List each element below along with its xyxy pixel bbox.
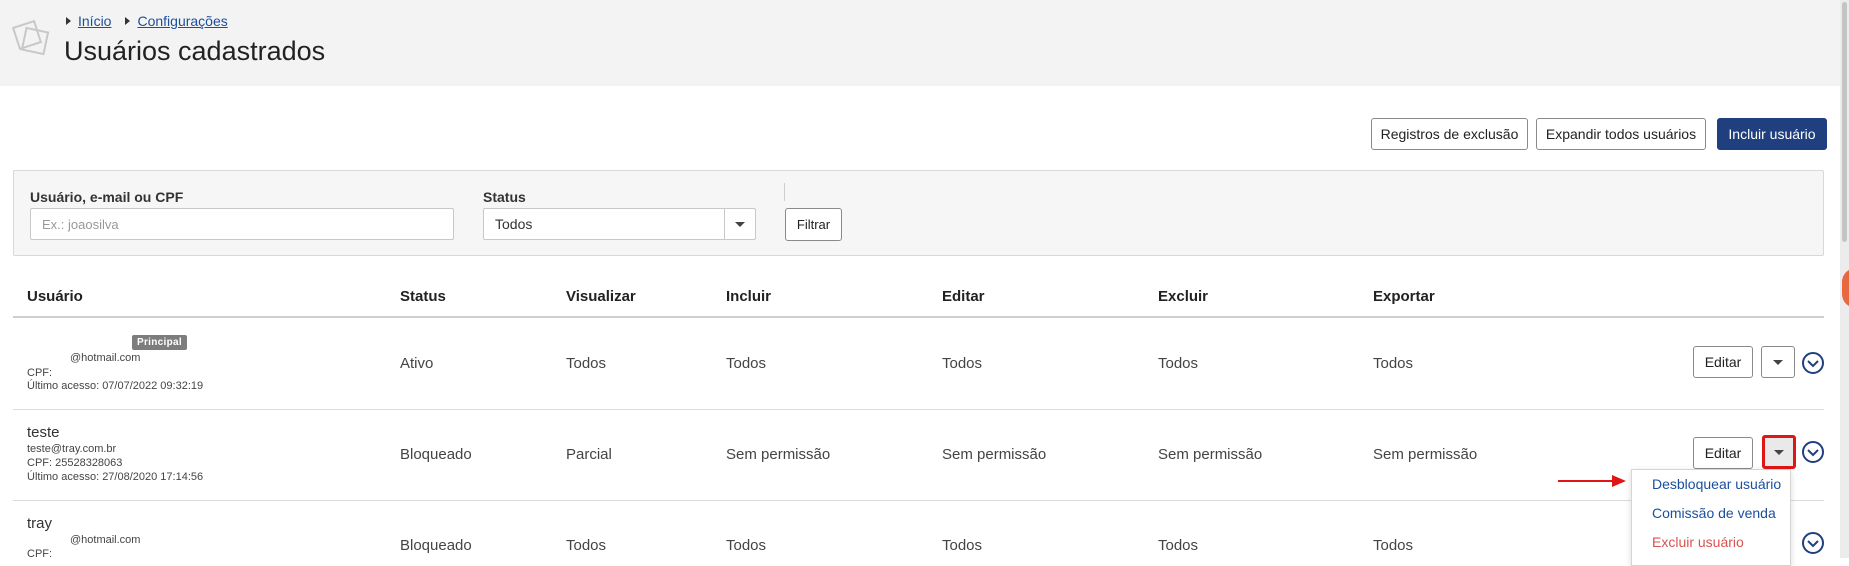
user-last-access: Último acesso: 07/07/2022 09:32:19	[27, 380, 204, 392]
row-actions-dropdown-button[interactable]	[1761, 346, 1795, 378]
breadcrumb-arrow-icon	[125, 17, 131, 25]
user-search-placeholder: Ex.: joaosilva	[42, 216, 119, 232]
user-search-input[interactable]: Ex.: joaosilva	[30, 208, 454, 240]
status-filter-label: Status	[483, 189, 526, 205]
cell-edit: Todos	[942, 537, 983, 554]
column-header-include: Incluir	[726, 288, 772, 305]
table-header-divider	[13, 316, 1824, 318]
user-cpf: CPF:	[27, 367, 53, 379]
menu-item-sales-commission[interactable]: Comissão de venda	[1652, 505, 1776, 521]
cell-view: Todos	[566, 537, 607, 554]
column-header-export: Exportar	[1373, 288, 1435, 305]
user-last-access: Último acesso: 27/08/2020 17:14:56	[27, 471, 204, 483]
cell-include: Todos	[726, 537, 767, 554]
cell-delete: Todos	[1158, 355, 1199, 372]
user-name: tray	[27, 515, 53, 532]
cell-export: Todos	[1373, 355, 1414, 372]
column-header-delete: Excluir	[1158, 288, 1209, 305]
add-user-button[interactable]: Incluir usuário	[1717, 118, 1827, 150]
settings-logo-icon	[12, 19, 50, 56]
edit-user-button[interactable]: Editar	[1693, 346, 1753, 378]
breadcrumb: Início Configurações	[66, 13, 228, 29]
scrollbar-thumb[interactable]	[1842, 2, 1847, 242]
cell-status: Bloqueado	[400, 446, 472, 463]
status-select-value: Todos	[495, 216, 533, 232]
cell-include: Sem permissão	[726, 446, 831, 463]
user-filter-label: Usuário, e-mail ou CPF	[30, 189, 184, 205]
expand-all-users-button[interactable]: Expandir todos usuários	[1536, 118, 1706, 150]
row-divider	[13, 500, 1824, 501]
principal-badge: Principal	[132, 335, 187, 350]
cell-view: Todos	[566, 355, 607, 372]
user-cpf: CPF:	[27, 548, 53, 560]
chevron-down-icon	[735, 221, 745, 227]
user-email: @hotmail.com	[70, 352, 141, 364]
expand-row-icon[interactable]	[1801, 531, 1825, 555]
cell-include: Todos	[726, 355, 767, 372]
column-header-status: Status	[400, 288, 446, 305]
column-header-view: Visualizar	[566, 288, 636, 305]
menu-item-delete-user[interactable]: Excluir usuário	[1652, 534, 1744, 550]
expand-row-icon[interactable]	[1801, 440, 1825, 464]
column-header-edit: Editar	[942, 288, 985, 305]
cell-export: Todos	[1373, 537, 1414, 554]
row-actions-menu: Desbloquear usuário Comissão de venda Ex…	[1631, 469, 1791, 566]
filter-button[interactable]: Filtrar	[785, 208, 842, 241]
annotation-arrow-icon	[1558, 475, 1626, 487]
user-name: teste	[27, 424, 60, 441]
status-select[interactable]: Todos	[483, 208, 756, 240]
caret-down-icon	[1773, 359, 1783, 365]
cell-edit: Todos	[942, 355, 983, 372]
menu-item-unblock-user[interactable]: Desbloquear usuário	[1652, 476, 1781, 492]
filter-divider	[784, 183, 785, 201]
user-email: teste@tray.com.br	[27, 443, 117, 455]
page-title: Usuários cadastrados	[64, 36, 326, 66]
filter-panel: Usuário, e-mail ou CPF Ex.: joaosilva St…	[13, 170, 1824, 256]
row-divider	[13, 409, 1824, 410]
cell-status: Bloqueado	[400, 537, 472, 554]
status-select-toggle[interactable]	[724, 209, 755, 239]
column-header-user: Usuário	[27, 288, 83, 305]
row-actions-dropdown-button-open[interactable]	[1762, 435, 1796, 469]
breadcrumb-arrow-icon	[66, 17, 71, 25]
cell-delete: Sem permissão	[1158, 446, 1263, 463]
cell-status: Ativo	[400, 355, 434, 372]
user-cpf: CPF: 25528328063	[27, 457, 123, 469]
user-email: @hotmail.com	[70, 534, 141, 546]
page-header: Início Configurações Usuários cadastrado…	[0, 0, 1849, 86]
breadcrumb-link-settings[interactable]: Configurações	[137, 13, 227, 29]
edit-user-button[interactable]: Editar	[1693, 437, 1753, 469]
cell-export: Sem permissão	[1373, 446, 1478, 463]
cell-view: Parcial	[566, 446, 612, 463]
deletion-logs-button[interactable]: Registros de exclusão	[1371, 118, 1528, 150]
cell-edit: Sem permissão	[942, 446, 1047, 463]
expand-row-icon[interactable]	[1801, 351, 1825, 375]
cell-delete: Todos	[1158, 537, 1199, 554]
caret-down-icon	[1774, 449, 1784, 455]
breadcrumb-link-home[interactable]: Início	[78, 13, 111, 29]
